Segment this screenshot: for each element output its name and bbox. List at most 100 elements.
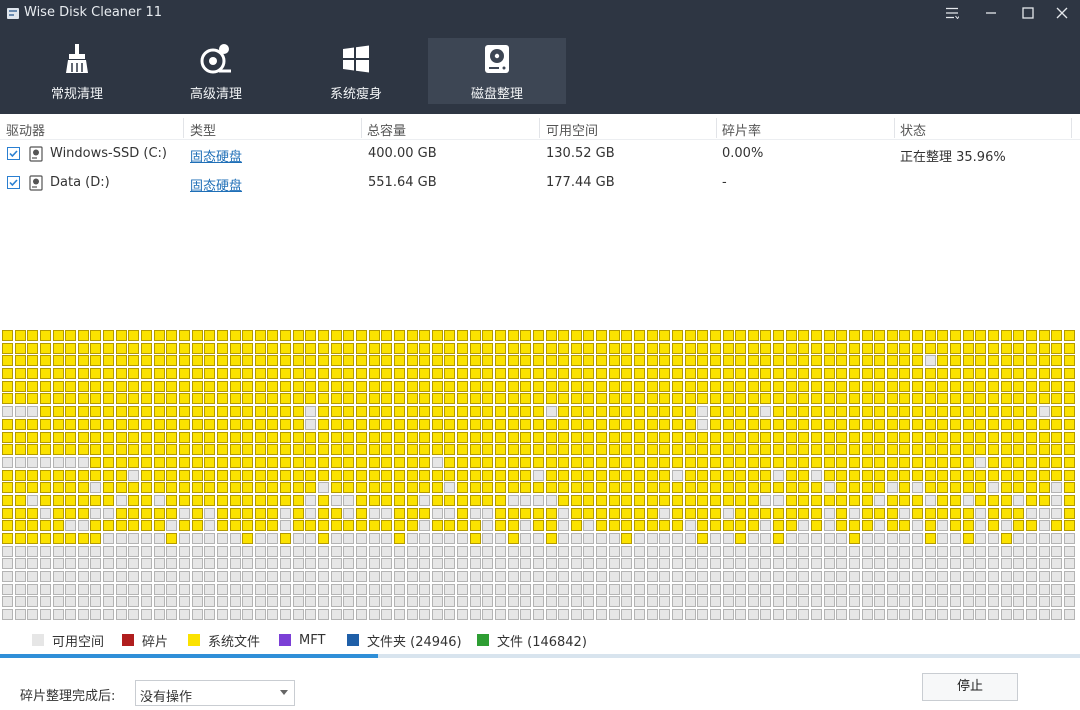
cluster-block xyxy=(482,571,494,583)
cluster-block xyxy=(141,583,153,595)
cluster-block xyxy=(204,571,216,583)
cluster-block xyxy=(596,507,608,519)
cluster-block xyxy=(874,494,886,506)
cluster-block xyxy=(457,571,469,583)
cluster-block xyxy=(65,406,77,418)
column-header-free[interactable]: 可用空间 xyxy=(546,120,598,139)
cluster-block xyxy=(191,431,203,443)
cluster-block xyxy=(558,330,570,341)
cluster-block xyxy=(671,533,683,544)
cluster-block xyxy=(924,494,936,506)
cluster-block xyxy=(570,494,582,506)
column-header-type[interactable]: 类型 xyxy=(190,120,216,139)
cluster-block xyxy=(431,342,443,354)
cluster-block xyxy=(406,418,418,430)
cluster-block xyxy=(482,482,494,494)
cluster-block xyxy=(141,482,153,494)
cluster-block xyxy=(115,545,127,557)
after-defrag-select[interactable]: 没有操作 xyxy=(135,680,295,706)
tab-regular-clean[interactable]: 常规清理 xyxy=(8,38,146,104)
minimize-icon[interactable] xyxy=(973,0,1009,26)
cluster-block xyxy=(545,380,557,392)
cluster-block xyxy=(532,431,544,443)
cluster-block xyxy=(848,393,860,405)
cluster-block xyxy=(305,418,317,430)
cluster-block xyxy=(583,571,595,583)
tab-disk-defrag[interactable]: 磁盘整理 xyxy=(428,38,566,104)
cluster-block xyxy=(178,571,190,583)
cluster-block xyxy=(659,507,671,519)
cluster-block xyxy=(77,533,89,544)
drive-checkbox[interactable] xyxy=(7,147,20,160)
table-row[interactable]: Data (D:) 固态硬盘 551.64 GB 177.44 GB - xyxy=(0,169,1080,197)
cluster-block xyxy=(709,342,721,354)
cluster-block xyxy=(659,355,671,367)
cluster-block xyxy=(924,393,936,405)
cluster-block xyxy=(836,494,848,506)
cluster-block xyxy=(141,368,153,380)
cluster-block xyxy=(608,469,620,481)
tab-system-slim[interactable]: 系统瘦身 xyxy=(287,38,425,104)
top-bar: Wise Disk Cleaner 11 常规清理 高级清理 系统瘦身 磁盘整理 xyxy=(0,0,1080,114)
cluster-block xyxy=(722,431,734,443)
table-row[interactable]: Windows-SSD (C:) 固态硬盘 400.00 GB 130.52 G… xyxy=(0,140,1080,168)
cluster-block xyxy=(178,355,190,367)
drive-type-link[interactable]: 固态硬盘 xyxy=(190,146,242,165)
maximize-icon[interactable] xyxy=(1010,0,1046,26)
cluster-block xyxy=(318,533,330,544)
cluster-block xyxy=(153,380,165,392)
column-header-fragmentation[interactable]: 碎片率 xyxy=(722,120,761,139)
cluster-block xyxy=(811,406,822,418)
cluster-block xyxy=(419,380,431,392)
cluster-block xyxy=(811,571,822,583)
cluster-block xyxy=(166,494,178,506)
cluster-block xyxy=(292,507,304,519)
stop-button[interactable]: 停止 xyxy=(922,673,1018,701)
cluster-block xyxy=(444,393,456,405)
cluster-block xyxy=(532,596,544,608)
cluster-block xyxy=(494,494,506,506)
cluster-block xyxy=(987,583,999,595)
cluster-block xyxy=(697,368,709,380)
cluster-block xyxy=(962,330,974,341)
cluster-block xyxy=(520,456,532,468)
tab-advanced-clean[interactable]: 高级清理 xyxy=(147,38,285,104)
drive-checkbox[interactable] xyxy=(7,176,20,189)
cluster-block xyxy=(1051,469,1063,481)
cluster-block xyxy=(773,380,785,392)
cluster-block xyxy=(141,596,153,608)
column-header-total[interactable]: 总容量 xyxy=(367,120,406,139)
column-header-drive[interactable]: 驱动器 xyxy=(6,120,45,139)
cluster-block xyxy=(646,507,658,519)
drive-type-link[interactable]: 固态硬盘 xyxy=(190,175,242,194)
cluster-block xyxy=(520,330,532,341)
cluster-block xyxy=(987,520,999,532)
cluster-block xyxy=(1000,342,1012,354)
cluster-block xyxy=(722,355,734,367)
cluster-map xyxy=(0,328,1080,624)
cluster-block xyxy=(874,418,886,430)
cluster-block xyxy=(280,571,292,583)
cluster-block xyxy=(709,609,721,621)
column-header-status[interactable]: 状态 xyxy=(900,120,926,139)
cluster-block xyxy=(596,330,608,341)
cluster-block xyxy=(242,342,254,354)
cluster-block xyxy=(444,406,456,418)
close-icon[interactable] xyxy=(1044,0,1080,26)
cluster-block xyxy=(937,558,949,570)
cluster-block xyxy=(507,393,519,405)
cluster-block xyxy=(950,494,962,506)
cluster-block xyxy=(950,583,962,595)
drive-name: Data (D:) xyxy=(50,175,110,190)
cluster-block xyxy=(381,609,393,621)
cluster-block xyxy=(469,545,481,557)
menu-icon[interactable] xyxy=(934,0,970,26)
cluster-block xyxy=(507,469,519,481)
cluster-block xyxy=(545,583,557,595)
cluster-block xyxy=(886,342,898,354)
cluster-block xyxy=(292,355,304,367)
cluster-block xyxy=(178,393,190,405)
cluster-block xyxy=(444,444,456,456)
cluster-block xyxy=(684,596,696,608)
cluster-block xyxy=(305,596,317,608)
